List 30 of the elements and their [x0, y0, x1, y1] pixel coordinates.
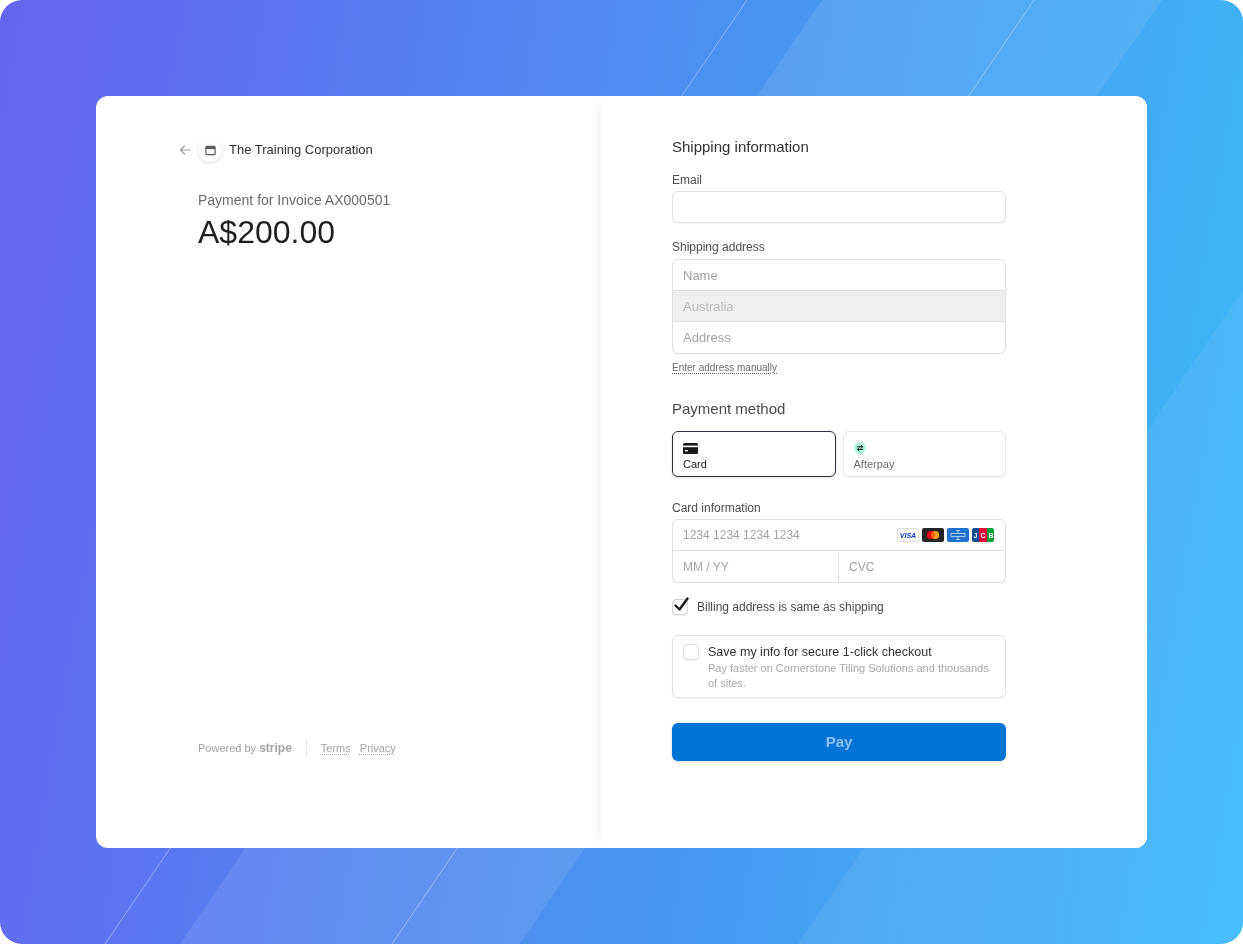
- save-info-description: Pay faster on Cornerstone Tiling Solutions and thousands of sites.: [708, 661, 990, 691]
- overlapping-circles-icon: [922, 528, 944, 542]
- section-title: Payment method: [672, 399, 787, 419]
- expiry-field[interactable]: MM / YY: [672, 551, 839, 583]
- invoice-description: Payment for Invoice AX000501: [198, 191, 391, 210]
- back-arrow-icon[interactable]: [179, 144, 191, 156]
- payment-method-tab[interactable]: Afterpay: [842, 431, 1006, 477]
- checkbox-label: Save my info for secure 1-click checkout: [708, 644, 933, 660]
- enter-address-link[interactable]: Enter address manually: [672, 361, 778, 375]
- footer-link[interactable]: Terms: [320, 740, 351, 756]
- window-icon: [198, 138, 222, 162]
- email-field[interactable]: [672, 191, 1006, 223]
- powered-by-text: Powered by stripe: [198, 740, 292, 756]
- swap-arrows-icon: [853, 442, 866, 454]
- cvc-field[interactable]: CVC: [839, 551, 1006, 583]
- footer-link[interactable]: Privacy: [359, 740, 396, 756]
- field-label: Shipping address: [672, 239, 766, 255]
- section-title: Shipping information: [672, 137, 810, 157]
- merchant-name: The Training Corporation: [229, 141, 373, 159]
- amount-total: A$200.00: [198, 213, 335, 252]
- card-brand-icon: [947, 528, 969, 542]
- address-field[interactable]: Address: [672, 322, 1006, 354]
- checkbox[interactable]: [683, 644, 699, 660]
- field-label: Email: [672, 172, 703, 188]
- checkbox-label: Billing address is same as shipping: [697, 599, 884, 615]
- payment-method-tab[interactable]: Card: [672, 431, 836, 477]
- credit-card-icon: [683, 442, 698, 454]
- field-label: Card information: [672, 500, 762, 516]
- checkbox[interactable]: [672, 599, 688, 615]
- name-field[interactable]: Name: [672, 259, 1006, 291]
